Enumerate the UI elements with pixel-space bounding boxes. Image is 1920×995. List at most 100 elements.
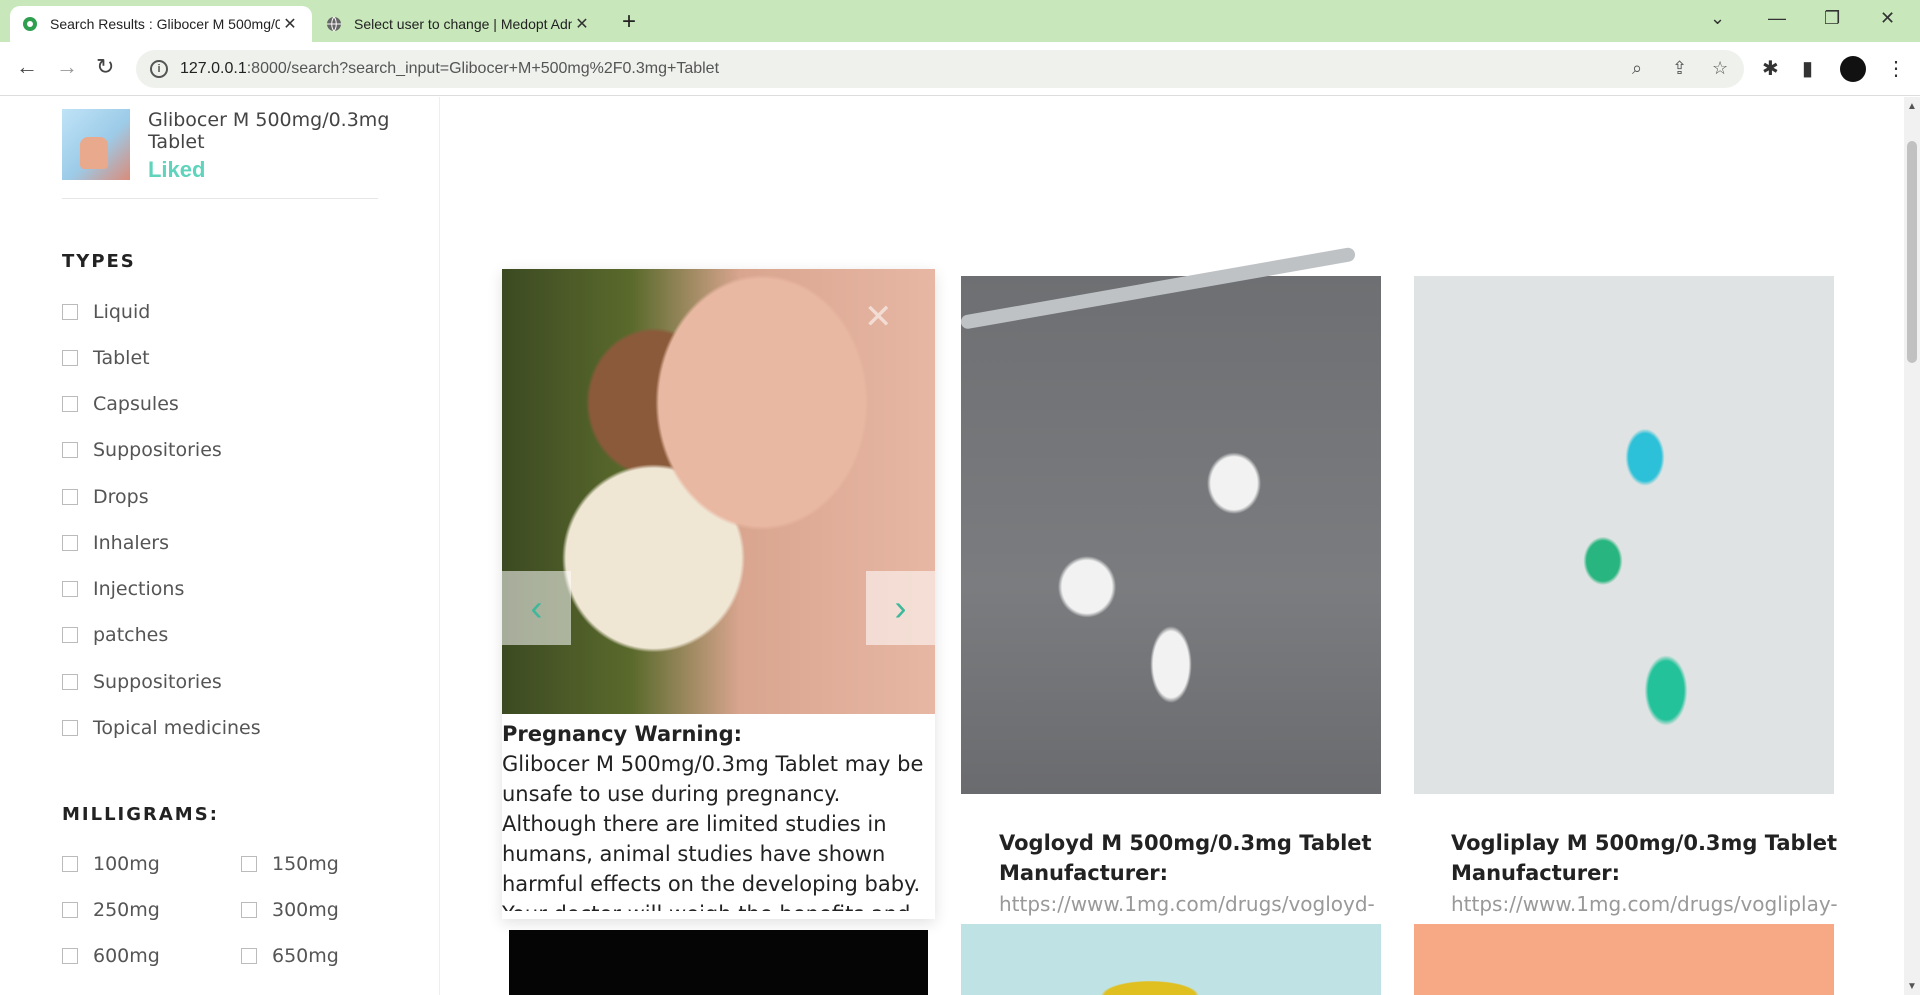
restore-icon[interactable]: ❐ xyxy=(1824,8,1840,29)
type-checkbox-injections[interactable]: Injections xyxy=(62,578,184,600)
type-checkbox-tablet[interactable]: Tablet xyxy=(62,347,150,369)
liked-status: Liked xyxy=(147,157,206,182)
tab-title: Select user to change | Medopt Admin xyxy=(354,16,572,32)
tab-admin[interactable]: Select user to change | Medopt Admin ✕ xyxy=(314,6,604,42)
product-name[interactable]: Vogliplay M 500mg/0.3mg Tablet xyxy=(1451,828,1871,858)
checkbox-label: Suppositories xyxy=(93,671,222,693)
menu-kebab-icon[interactable]: ⋮ xyxy=(1886,56,1906,81)
checkbox[interactable] xyxy=(62,489,78,505)
chevron-right-icon: › xyxy=(894,587,907,628)
type-checkbox-topical[interactable]: Topical medicines xyxy=(62,717,261,739)
product-url-link[interactable]: https://www.1mg.com/drugs/vogloyd- xyxy=(999,888,1419,920)
checkbox-label: 100mg xyxy=(93,853,160,875)
checkbox[interactable] xyxy=(241,948,257,964)
product-image-vogloyd[interactable] xyxy=(959,246,1381,794)
type-checkbox-liquid[interactable]: Liquid xyxy=(62,301,150,323)
chevron-left-icon: ‹ xyxy=(530,587,543,628)
page-scrollbar[interactable]: ▲ ▼ xyxy=(1904,97,1920,995)
checkbox[interactable] xyxy=(62,627,78,643)
type-checkbox-suppositories[interactable]: Suppositories xyxy=(62,439,222,461)
checkbox[interactable] xyxy=(62,442,78,458)
window-close-icon[interactable]: ✕ xyxy=(1880,8,1895,29)
pregnancy-carousel-image: ✕ ‹ › xyxy=(502,269,935,714)
scrollbar-thumb[interactable] xyxy=(1907,141,1917,363)
tab-search-chevron-icon[interactable]: ⌄ xyxy=(1710,8,1725,29)
product-image-next-row-2[interactable] xyxy=(1414,924,1834,995)
reload-icon[interactable]: ↻ xyxy=(96,54,114,80)
video-placeholder xyxy=(509,930,928,995)
zoom-icon[interactable]: ⌕ xyxy=(1632,58,1642,79)
close-icon[interactable]: ✕ xyxy=(864,297,893,337)
checkbox-label: 150mg xyxy=(272,853,339,875)
divider xyxy=(62,198,378,199)
checkbox[interactable] xyxy=(62,674,78,690)
checkbox[interactable] xyxy=(241,856,257,872)
checkbox-label: patches xyxy=(93,624,169,646)
forward-icon[interactable]: → xyxy=(56,54,78,80)
extensions-icon[interactable]: ✱ xyxy=(1762,56,1779,81)
tab-close-icon[interactable]: ✕ xyxy=(572,14,592,34)
site-info-icon[interactable]: i xyxy=(150,60,168,78)
liked-product[interactable]: Glibocer M 500mg/0.3mg Tablet Liked xyxy=(62,109,439,183)
checkbox-label: Suppositories xyxy=(93,439,222,461)
checkbox[interactable] xyxy=(241,902,257,918)
type-checkbox-inhalers[interactable]: Inhalers xyxy=(62,532,169,554)
mg-checkbox-250[interactable]: 250mg xyxy=(62,899,160,921)
carousel-next-button[interactable]: › xyxy=(866,571,935,645)
type-checkbox-capsules[interactable]: Capsules xyxy=(62,393,179,415)
checkbox-label: Capsules xyxy=(93,393,179,415)
checkbox-label: Inhalers xyxy=(93,532,170,554)
type-checkbox-drops[interactable]: Drops xyxy=(62,486,149,508)
checkbox[interactable] xyxy=(62,535,78,551)
new-tab-icon[interactable]: + xyxy=(622,8,636,36)
profile-avatar[interactable] xyxy=(1840,56,1866,82)
types-heading: TYPES xyxy=(62,251,136,272)
scroll-up-arrow-icon[interactable]: ▲ xyxy=(1907,101,1917,112)
type-checkbox-suppositories-2[interactable]: Suppositories xyxy=(62,671,222,693)
checkbox-label: 250mg xyxy=(93,899,160,921)
carousel-prev-button[interactable]: ‹ xyxy=(502,571,571,645)
checkbox[interactable] xyxy=(62,304,78,320)
product-image-vogliplay[interactable] xyxy=(1414,276,1834,794)
side-panel-icon[interactable]: ▮ xyxy=(1802,56,1813,81)
tab-title: Search Results : Glibocer M 500mg/0.3mg … xyxy=(50,16,280,32)
checkbox[interactable] xyxy=(62,856,78,872)
minimize-icon[interactable]: — xyxy=(1768,8,1786,29)
product-image-next-row-1[interactable] xyxy=(961,924,1381,995)
url-bar[interactable]: i 127.0.0.1:8000/search?search_input=Gli… xyxy=(136,50,1744,88)
url-host: 127.0.0.1 xyxy=(180,60,247,77)
checkbox[interactable] xyxy=(62,350,78,366)
filter-sidebar: Glibocer M 500mg/0.3mg Tablet Liked TYPE… xyxy=(0,97,440,995)
checkbox-label: Tablet xyxy=(93,347,150,369)
checkbox[interactable] xyxy=(62,948,78,964)
checkbox[interactable] xyxy=(62,396,78,412)
warning-title: Pregnancy Warning: xyxy=(502,722,743,746)
scroll-down-arrow-icon[interactable]: ▼ xyxy=(1907,981,1917,992)
liked-product-name: Glibocer M 500mg/0.3mg Tablet xyxy=(147,109,390,153)
checkbox-label: 650mg xyxy=(272,945,339,967)
product-info-vogliplay: Vogliplay M 500mg/0.3mg Tablet Manufactu… xyxy=(1451,828,1871,920)
tab-search-results[interactable]: Search Results : Glibocer M 500mg/0.3mg … xyxy=(10,6,312,42)
checkbox[interactable] xyxy=(62,902,78,918)
product-name[interactable]: Vogloyd M 500mg/0.3mg Tablet xyxy=(999,828,1419,858)
bookmark-star-icon[interactable]: ☆ xyxy=(1712,58,1728,79)
mg-checkbox-150[interactable]: 150mg xyxy=(241,853,339,875)
checkbox[interactable] xyxy=(62,581,78,597)
product-url-link[interactable]: https://www.1mg.com/drugs/vogliplay- xyxy=(1451,888,1871,920)
checkbox-label: Drops xyxy=(93,486,149,508)
share-icon[interactable]: ⇪ xyxy=(1672,58,1687,79)
tab-close-icon[interactable]: ✕ xyxy=(280,14,300,34)
checkbox-label: Injections xyxy=(93,578,185,600)
mg-checkbox-100[interactable]: 100mg xyxy=(62,853,160,875)
checkbox[interactable] xyxy=(62,720,78,736)
address-toolbar: ← → ↻ i 127.0.0.1:8000/search?search_inp… xyxy=(0,42,1920,96)
checkbox-label: 600mg xyxy=(93,945,160,967)
back-icon[interactable]: ← xyxy=(16,54,38,80)
mg-checkbox-600[interactable]: 600mg xyxy=(62,945,160,967)
type-checkbox-patches[interactable]: patches xyxy=(62,624,168,646)
mg-checkbox-650[interactable]: 650mg xyxy=(241,945,339,967)
page-content: Glibocer M 500mg/0.3mg Tablet Liked TYPE… xyxy=(0,97,1904,995)
mg-checkbox-300[interactable]: 300mg xyxy=(241,899,339,921)
liked-product-thumbnail xyxy=(62,109,130,180)
site-favicon-icon xyxy=(23,17,37,31)
